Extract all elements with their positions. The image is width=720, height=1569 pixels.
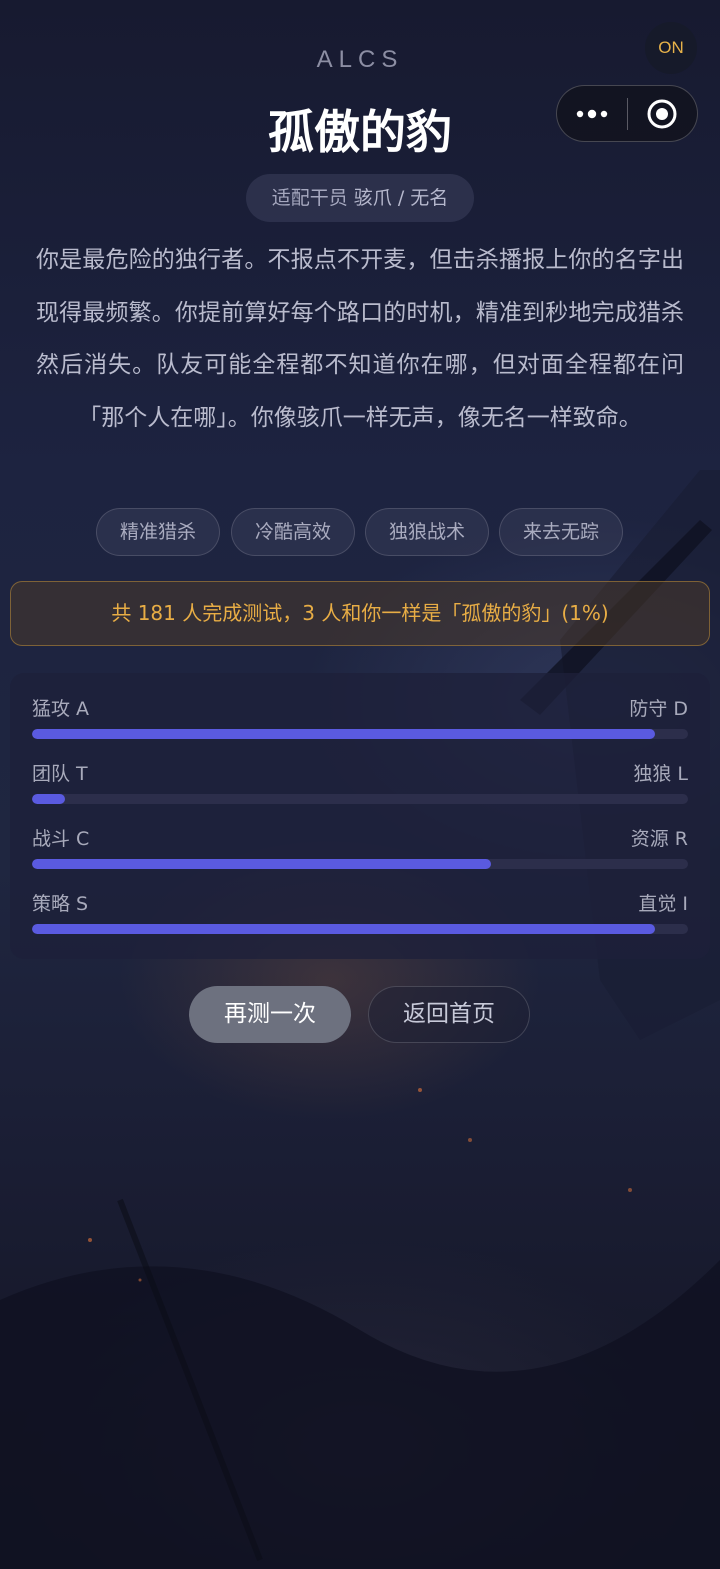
stats-banner: 共 181 人完成测试，3 人和你一样是「孤傲的豹」(1%): [10, 581, 710, 646]
dimension-row: 猛攻 A 防守 D: [32, 697, 688, 747]
dimension-track: [32, 859, 688, 869]
dimension-right-label: 独狼 L: [633, 763, 688, 785]
operator-pill: 适配干员 骇爪 / 无名: [246, 174, 474, 222]
trait-tag: 冷酷高效: [231, 508, 355, 556]
dimension-right-label: 直觉 I: [638, 893, 688, 915]
trait-tag: 来去无踪: [499, 508, 623, 556]
trait-tag: 独狼战术: [365, 508, 489, 556]
dimension-panel: 猛攻 A 防守 D 团队 T 独狼 L 战斗 C 资源 R 策略 S 直觉 I: [10, 673, 710, 959]
trait-tag: 精准猎杀: [96, 508, 220, 556]
home-button[interactable]: 返回首页: [368, 986, 530, 1043]
retry-button[interactable]: 再测一次: [189, 986, 351, 1043]
operator-label: 适配干员: [271, 187, 348, 209]
result-title: 孤傲的豹: [268, 105, 452, 159]
dimension-track: [32, 924, 688, 934]
operator-names: 骇爪 / 无名: [353, 187, 449, 209]
dimension-right-label: 资源 R: [630, 828, 688, 850]
dimension-row: 战斗 C 资源 R: [32, 827, 688, 877]
result-description: 你是最危险的独行者。不报点不开麦，但击杀播报上你的名字出现得最频繁。你提前算好每…: [36, 247, 684, 431]
dimension-fill: [32, 859, 492, 869]
dimension-row: 策略 S 直觉 I: [32, 892, 688, 942]
dimension-left-label: 猛攻 A: [32, 698, 90, 720]
dimension-fill: [32, 924, 656, 934]
dimension-right-label: 防守 D: [629, 698, 688, 720]
dimension-fill: [32, 729, 656, 739]
dimension-left-label: 团队 T: [32, 763, 88, 785]
brand-label: ALCS: [316, 46, 404, 73]
dimension-fill: [32, 794, 65, 804]
dimension-track: [32, 729, 688, 739]
dimension-left-label: 策略 S: [32, 893, 89, 915]
dimension-row: 团队 T 独狼 L: [32, 762, 688, 812]
dimension-left-label: 战斗 C: [32, 828, 90, 850]
dimension-track: [32, 794, 688, 804]
